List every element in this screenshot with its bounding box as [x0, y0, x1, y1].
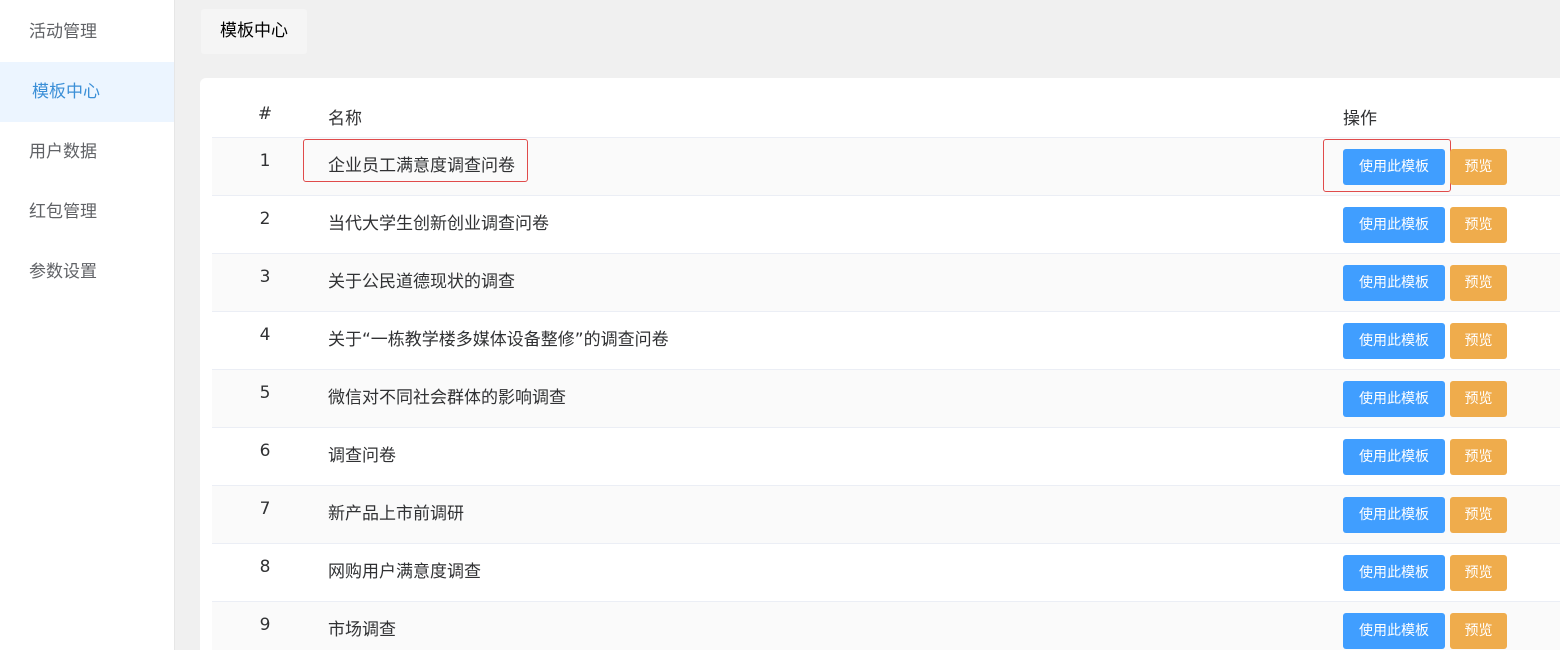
- sidebar: 活动管理 模板中心 用户数据 红包管理 参数设置: [0, 0, 175, 650]
- app-layout: 活动管理 模板中心 用户数据 红包管理 参数设置 模板中心 # 名称 操作 1 …: [0, 0, 1560, 650]
- table-row: 1 企业员工满意度调查问卷 使用此模板 预览: [212, 138, 1560, 196]
- use-template-button[interactable]: 使用此模板: [1343, 555, 1445, 591]
- preview-button[interactable]: 预览: [1450, 323, 1507, 359]
- sidebar-item-template-center[interactable]: 模板中心: [0, 62, 174, 122]
- column-header-name: 名称: [328, 109, 362, 129]
- preview-button[interactable]: 预览: [1450, 149, 1507, 185]
- sidebar-item-red-packet-management[interactable]: 红包管理: [0, 182, 174, 242]
- table-row: 3 关于公民道德现状的调查 使用此模板 预览: [212, 254, 1560, 312]
- template-table: # 名称 操作 1 企业员工满意度调查问卷 使用此模板 预览 2 当代大学生创新…: [212, 78, 1560, 650]
- table-row: 4 关于“一栋教学楼多媒体设备整修”的调查问卷 使用此模板 预览: [212, 312, 1560, 370]
- column-header-ops: 操作: [1343, 109, 1377, 129]
- preview-button[interactable]: 预览: [1450, 439, 1507, 475]
- sidebar-item-parameter-settings[interactable]: 参数设置: [0, 242, 174, 302]
- page-tab-template-center[interactable]: 模板中心: [201, 9, 307, 54]
- table-row: 7 新产品上市前调研 使用此模板 预览: [212, 486, 1560, 544]
- row-name: 当代大学生创新创业调查问卷: [328, 214, 549, 234]
- preview-button[interactable]: 预览: [1450, 613, 1507, 649]
- use-template-button[interactable]: 使用此模板: [1343, 323, 1445, 359]
- table-header-row: # 名称 操作: [212, 78, 1560, 138]
- row-name: 微信对不同社会群体的影响调查: [328, 388, 566, 408]
- preview-button[interactable]: 预览: [1450, 265, 1507, 301]
- use-template-button[interactable]: 使用此模板: [1343, 207, 1445, 243]
- use-template-button[interactable]: 使用此模板: [1343, 439, 1445, 475]
- use-template-button[interactable]: 使用此模板: [1343, 265, 1445, 301]
- table-row: 9 市场调查 使用此模板 预览: [212, 602, 1560, 650]
- use-template-button[interactable]: 使用此模板: [1343, 497, 1445, 533]
- table-row: 8 网购用户满意度调查 使用此模板 预览: [212, 544, 1560, 602]
- row-index: 7: [259, 499, 271, 519]
- column-header-index: #: [257, 104, 273, 124]
- row-name: 关于“一栋教学楼多媒体设备整修”的调查问卷: [328, 330, 669, 350]
- preview-button[interactable]: 预览: [1450, 381, 1507, 417]
- row-name: 关于公民道德现状的调查: [328, 272, 515, 292]
- row-name: 市场调查: [328, 620, 396, 640]
- row-index: 2: [259, 209, 271, 229]
- row-index: 3: [259, 267, 271, 287]
- use-template-button[interactable]: 使用此模板: [1343, 381, 1445, 417]
- row-name: 调查问卷: [328, 446, 396, 466]
- table-row: 5 微信对不同社会群体的影响调查 使用此模板 预览: [212, 370, 1560, 428]
- row-index: 5: [259, 383, 271, 403]
- use-template-button[interactable]: 使用此模板: [1343, 149, 1445, 185]
- row-name: 网购用户满意度调查: [328, 562, 481, 582]
- use-template-button[interactable]: 使用此模板: [1343, 613, 1445, 649]
- row-index: 6: [259, 441, 271, 461]
- row-name: 新产品上市前调研: [328, 504, 464, 524]
- template-table-card: # 名称 操作 1 企业员工满意度调查问卷 使用此模板 预览 2 当代大学生创新…: [200, 78, 1560, 650]
- row-index: 9: [259, 615, 271, 635]
- preview-button[interactable]: 预览: [1450, 497, 1507, 533]
- row-index: 8: [259, 557, 271, 577]
- preview-button[interactable]: 预览: [1450, 207, 1507, 243]
- row-index: 1: [259, 151, 271, 171]
- table-row: 2 当代大学生创新创业调查问卷 使用此模板 预览: [212, 196, 1560, 254]
- sidebar-item-activity-management[interactable]: 活动管理: [0, 0, 174, 62]
- row-name: 企业员工满意度调查问卷: [328, 156, 515, 176]
- preview-button[interactable]: 预览: [1450, 555, 1507, 591]
- table-row: 6 调查问卷 使用此模板 预览: [212, 428, 1560, 486]
- sidebar-item-user-data[interactable]: 用户数据: [0, 122, 174, 182]
- row-index: 4: [259, 325, 271, 345]
